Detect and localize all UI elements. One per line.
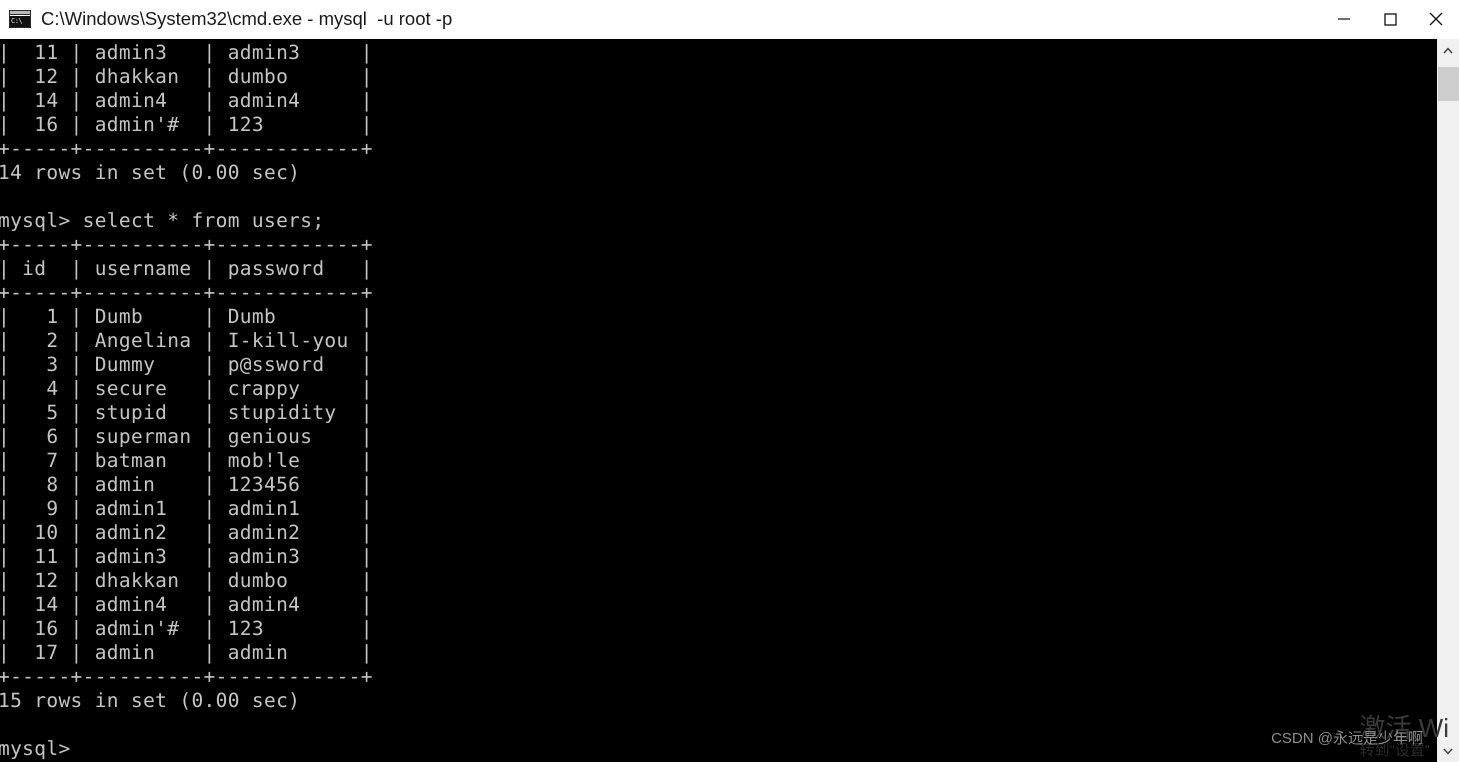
maximize-button[interactable] (1367, 0, 1413, 38)
vertical-scrollbar[interactable] (1436, 39, 1459, 762)
window-title: C:\Windows\System32\cmd.exe - mysql -u r… (41, 8, 453, 29)
icon-title-strip (10, 11, 30, 15)
scrollbar-thumb[interactable] (1438, 67, 1459, 101)
minimize-button[interactable] (1321, 0, 1367, 38)
close-button[interactable] (1413, 0, 1459, 38)
chevron-down-icon[interactable] (1437, 739, 1459, 762)
icon-prompt-text: C:\ (10, 16, 30, 27)
scrollbar-track[interactable] (1437, 62, 1459, 739)
chevron-up-icon[interactable] (1437, 39, 1459, 62)
cmd-window: C:\ C:\Windows\System32\cmd.exe - mysql … (0, 0, 1459, 762)
window-titlebar[interactable]: C:\ C:\Windows\System32\cmd.exe - mysql … (0, 0, 1459, 39)
console-output-area[interactable]: | 11 | admin3 | admin3 | | 12 | dhakkan … (0, 39, 1436, 762)
console-text: | 11 | admin3 | admin3 | | 12 | dhakkan … (0, 41, 373, 760)
cmd-console-icon: C:\ (9, 10, 31, 28)
